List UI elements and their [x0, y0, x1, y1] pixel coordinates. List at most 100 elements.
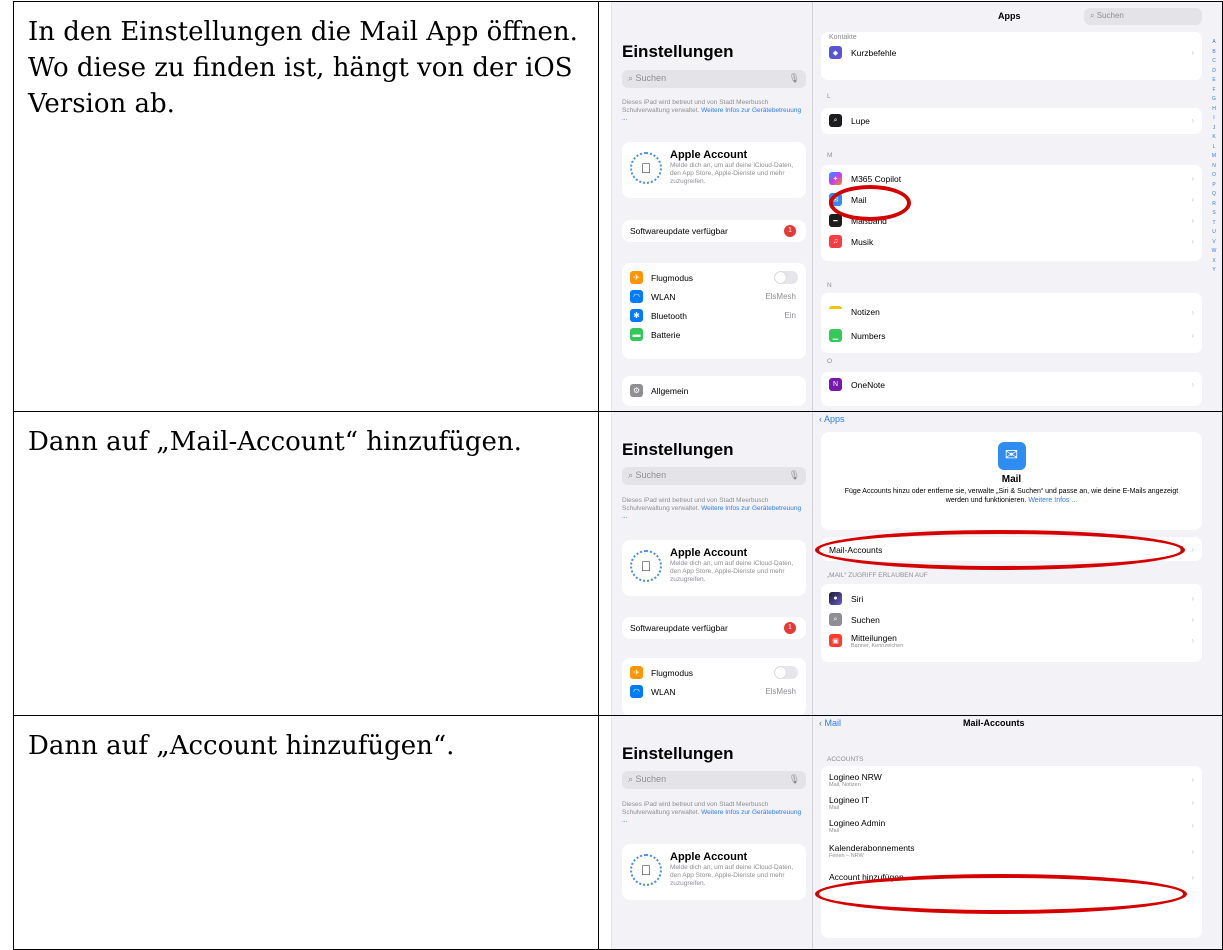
- flugmodus-toggle[interactable]: [774, 666, 798, 679]
- index-letter[interactable]: O: [1210, 171, 1218, 181]
- microphone-icon[interactable]: 🎙: [789, 470, 800, 481]
- apple-account-card[interactable]:  Apple Account Melde dich an, um auf de…: [622, 540, 806, 596]
- wlan-row[interactable]: ◠ WLAN ElsMesh: [622, 287, 806, 306]
- microphone-icon[interactable]: 🎙: [789, 73, 800, 84]
- software-update-row[interactable]: Softwareupdate verfügbar 1: [622, 617, 806, 639]
- mail-accounts-row[interactable]: Mail-Accounts 6 ›: [821, 539, 1202, 560]
- mitteilungen-row[interactable]: ▣ Mitteilungen Banner, Kennzeichen ›: [821, 630, 1202, 651]
- apps-search-field[interactable]: ⌕ Suchen: [1084, 8, 1202, 25]
- alphabet-index[interactable]: ABCDEFGHIJKLMNOPQRSTUVWXY: [1210, 38, 1218, 276]
- account-description: Melde dich an, um auf deine iCloud-Daten…: [670, 560, 794, 583]
- mail-info-link[interactable]: Weitere Infos ...: [1028, 497, 1077, 504]
- section-m: M: [827, 152, 833, 159]
- mail-accounts-group: Mail-Accounts 6 ›: [821, 537, 1202, 561]
- index-letter[interactable]: G: [1210, 95, 1218, 105]
- index-letter[interactable]: N: [1210, 162, 1218, 172]
- index-letter[interactable]: R: [1210, 200, 1218, 210]
- index-letter[interactable]: U: [1210, 228, 1218, 238]
- flugmodus-row[interactable]: ✈ Flugmodus: [622, 663, 806, 682]
- apple-account-card[interactable]:  Apple Account Melde dich an, um auf de…: [622, 844, 806, 900]
- mail-accounts-panel: ‹ Mail Mail-Accounts ACCOUNTS Logineo NR…: [813, 716, 1222, 949]
- sidebar-title: Einstellungen: [622, 440, 734, 459]
- index-letter[interactable]: I: [1210, 114, 1218, 124]
- index-letter[interactable]: K: [1210, 133, 1218, 143]
- account-row[interactable]: Logineo Admin Mail ›: [821, 814, 1202, 837]
- index-letter[interactable]: B: [1210, 48, 1218, 58]
- settings-sidebar: Einstellungen ⌕ Suchen 🎙 Dieses iPad wir…: [612, 412, 812, 715]
- index-letter[interactable]: D: [1210, 67, 1218, 77]
- mail-row[interactable]: ✉ Mail ›: [821, 189, 1202, 210]
- screenshot-mail-settings: Einstellungen ⌕ Suchen 🎙 Dieses iPad wir…: [598, 411, 1223, 716]
- index-letter[interactable]: S: [1210, 209, 1218, 219]
- index-letter[interactable]: Q: [1210, 190, 1218, 200]
- index-letter[interactable]: J: [1210, 124, 1218, 134]
- index-letter[interactable]: V: [1210, 238, 1218, 248]
- account-row[interactable]: Logineo NRW Mail, Notizen ›: [821, 768, 1202, 791]
- sidebar-search-field[interactable]: ⌕ Suchen 🎙: [622, 467, 806, 485]
- mail-title: Mail: [1001, 474, 1022, 485]
- index-letter[interactable]: M: [1210, 152, 1218, 162]
- musik-row[interactable]: ♫ Musik ›: [821, 231, 1202, 252]
- notification-icon: ▣: [829, 634, 842, 647]
- index-letter[interactable]: F: [1210, 86, 1218, 96]
- account-row[interactable]: Logineo IT Mail ›: [821, 791, 1202, 814]
- apple-logo-icon: : [630, 550, 662, 582]
- index-letter[interactable]: X: [1210, 257, 1218, 267]
- flugmodus-toggle[interactable]: [774, 271, 798, 284]
- microphone-icon[interactable]: 🎙: [789, 774, 800, 785]
- wlan-value: ElsMesh: [765, 292, 796, 301]
- massband-row[interactable]: ━ Maßband ›: [821, 210, 1202, 231]
- account-description: Melde dich an, um auf deine iCloud-Daten…: [670, 162, 794, 185]
- index-letter[interactable]: P: [1210, 181, 1218, 191]
- index-letter[interactable]: C: [1210, 57, 1218, 67]
- back-button[interactable]: ‹ Mail: [819, 718, 841, 728]
- connectivity-group: ✈ Flugmodus ◠ WLAN ElsMesh ✱ Bluetooth Ein ▬ B…: [622, 263, 806, 359]
- bluetooth-row[interactable]: ✱ Bluetooth Ein: [622, 306, 806, 325]
- search-icon: ⌕: [829, 613, 842, 626]
- copilot-icon: ✦: [829, 172, 842, 185]
- siri-icon: ●: [829, 592, 842, 605]
- apps-group-m: ✦ M365 Copilot › ✉ Mail › ━ Maßband › ♫ Musik ›: [821, 165, 1202, 261]
- account-row[interactable]: Kalenderabonnements Ferien – NRW ›: [821, 837, 1202, 865]
- index-letter[interactable]: E: [1210, 76, 1218, 86]
- airplane-icon: ✈: [630, 666, 643, 679]
- apps-group-l: ⌕ Lupe ›: [821, 108, 1202, 134]
- index-letter[interactable]: T: [1210, 219, 1218, 229]
- add-account-row[interactable]: Account hinzufügen ›: [821, 865, 1202, 889]
- m365-row[interactable]: ✦ M365 Copilot ›: [821, 168, 1202, 189]
- sidebar-search-field[interactable]: ⌕ Suchen 🎙: [622, 70, 806, 88]
- managed-note: Dieses iPad wird betreut und von Stadt M…: [622, 497, 802, 520]
- mail-icon: ✉: [829, 193, 842, 206]
- account-name: Apple Account: [670, 149, 748, 161]
- index-letter[interactable]: Y: [1210, 266, 1218, 276]
- search-icon: ⌕: [628, 470, 636, 480]
- batterie-label: Batterie: [651, 329, 681, 340]
- settings-sidebar: Einstellungen ⌕ Suchen 🎙 Dieses iPad wir…: [612, 716, 812, 949]
- kurzbefehle-row[interactable]: ◆ Kurzbefehle ›: [821, 42, 1202, 63]
- wlan-row[interactable]: ◠ WLAN ElsMesh: [622, 682, 806, 701]
- sidebar-title: Einstellungen: [622, 42, 734, 61]
- sidebar-search-field[interactable]: ⌕ Suchen 🎙: [622, 771, 806, 789]
- notizen-row[interactable]: Notizen ›: [821, 299, 1202, 325]
- bluetooth-label: Bluetooth: [651, 310, 687, 321]
- allgemein-row[interactable]: ⚙ Allgemein: [622, 381, 806, 400]
- bluetooth-icon: ✱: [630, 309, 643, 322]
- suchen-row[interactable]: ⌕ Suchen ›: [821, 609, 1202, 630]
- apps-group-n: Notizen › ▁ Numbers ›: [821, 293, 1202, 353]
- index-letter[interactable]: W: [1210, 247, 1218, 257]
- siri-row[interactable]: ● Siri ›: [821, 588, 1202, 609]
- batterie-row[interactable]: ▬ Batterie: [622, 325, 806, 344]
- apple-account-card[interactable]:  Apple Account Melde dich an, um auf de…: [622, 142, 806, 198]
- lupe-row[interactable]: ⌕ Lupe ›: [821, 110, 1202, 131]
- numbers-row[interactable]: ▁ Numbers ›: [821, 325, 1202, 346]
- partial-list-item[interactable]: Kontakte: [821, 32, 1202, 42]
- mail-description: Füge Accounts hinzu oder entferne sie, v…: [844, 488, 1179, 504]
- index-letter[interactable]: A: [1210, 38, 1218, 48]
- onenote-row[interactable]: N OneNote ›: [821, 374, 1202, 395]
- index-letter[interactable]: H: [1210, 105, 1218, 115]
- back-button[interactable]: ‹ Apps: [819, 414, 845, 424]
- account-description: Melde dich an, um auf deine iCloud-Daten…: [670, 864, 794, 887]
- software-update-row[interactable]: Softwareupdate verfügbar 1: [622, 220, 806, 242]
- index-letter[interactable]: L: [1210, 143, 1218, 153]
- flugmodus-row[interactable]: ✈ Flugmodus: [622, 268, 806, 287]
